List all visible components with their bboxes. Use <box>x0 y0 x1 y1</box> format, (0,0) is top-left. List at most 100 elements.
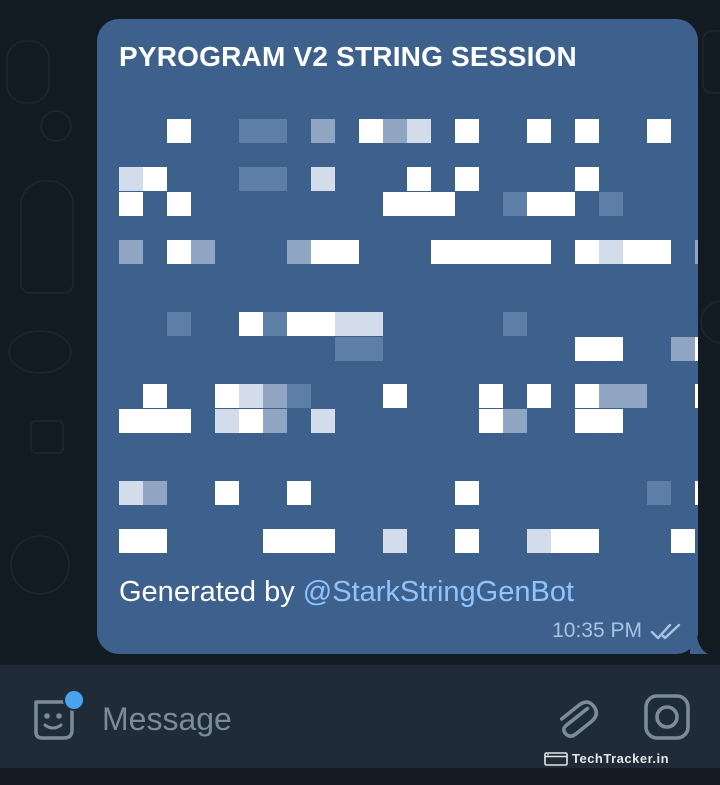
redaction-pixel <box>623 240 647 264</box>
redaction-pixel <box>503 192 527 216</box>
redaction-pixel <box>119 409 143 433</box>
redaction-pixel <box>503 409 527 433</box>
redaction-pixel <box>383 192 431 216</box>
redaction-pixel <box>527 119 551 143</box>
redaction-pixel <box>167 119 191 143</box>
redaction-pixel <box>119 481 143 505</box>
redaction-pixel <box>311 240 335 264</box>
redaction-pixel <box>167 312 191 336</box>
redaction-pixel <box>263 384 287 408</box>
redaction-pixel <box>479 384 503 408</box>
redaction-pixel <box>119 240 143 264</box>
redaction-pixel <box>167 240 191 264</box>
redaction-pixel <box>143 384 167 408</box>
redaction-pixel <box>215 481 239 505</box>
redaction-pixel <box>335 312 383 336</box>
paperclip-icon[interactable] <box>552 693 600 743</box>
redaction-pixel <box>287 312 311 336</box>
redaction-pixel <box>311 409 335 433</box>
redaction-pixel <box>311 312 335 336</box>
message-input[interactable] <box>100 695 534 743</box>
redaction-pixel <box>407 167 431 191</box>
watermark-text: TechTracker.in <box>572 751 670 766</box>
wallpaper-doodle <box>30 420 64 454</box>
redaction-pixel <box>647 240 671 264</box>
redaction-pixel <box>599 384 647 408</box>
redaction-pixel <box>431 192 455 216</box>
redaction-pixel <box>263 409 287 433</box>
redaction-pixel <box>695 337 698 361</box>
redaction-pixel <box>527 240 551 264</box>
redaction-pixel <box>287 384 311 408</box>
redaction-pixel <box>575 240 599 264</box>
redaction-pixel <box>431 240 455 264</box>
generated-by-label: Generated by <box>119 576 303 608</box>
wallpaper-doodle <box>20 180 74 294</box>
redaction-pixel <box>575 384 599 408</box>
wallpaper-doodle <box>40 110 72 142</box>
redaction-pixel <box>287 240 311 264</box>
generated-by-line: Generated by @StarkStringGenBot <box>119 576 574 609</box>
message-bubble[interactable]: PYROGRAM V2 STRING SESSION Generated by … <box>97 19 698 654</box>
redaction-pixel <box>551 529 575 553</box>
redaction-pixel <box>239 119 287 143</box>
redaction-pixel <box>143 167 167 191</box>
wallpaper-doodle <box>700 300 720 344</box>
redaction-pixel <box>575 337 623 361</box>
redaction-pixel <box>191 240 215 264</box>
redaction-pixel <box>671 337 695 361</box>
redaction-pixel <box>167 192 191 216</box>
redaction-pixel <box>695 384 698 408</box>
redaction-pixel <box>287 481 311 505</box>
bottom-strip <box>0 768 720 785</box>
redaction-pixel <box>455 119 479 143</box>
redaction-pixel <box>575 529 599 553</box>
redaction-pixel <box>383 119 407 143</box>
redaction-pixel <box>599 409 623 433</box>
message-meta: 10:35 PM <box>552 619 684 643</box>
redaction-pixel <box>119 529 167 553</box>
redaction-pixel <box>671 529 695 553</box>
redaction-pixel <box>455 529 479 553</box>
redaction-pixel <box>479 409 503 433</box>
redaction-pixel <box>527 192 575 216</box>
redaction-pixel <box>239 312 263 336</box>
wallpaper-doodle <box>8 330 72 374</box>
redaction-pixel <box>119 192 143 216</box>
wallpaper-doodle <box>6 40 50 104</box>
redaction-pixel <box>407 119 431 143</box>
redaction-pixel <box>383 384 407 408</box>
redaction-pixel <box>527 384 551 408</box>
redaction-pixel <box>239 384 263 408</box>
watermark: TechTracker.in <box>544 751 669 766</box>
redaction-pixel <box>335 240 359 264</box>
redaction-pixel <box>335 337 383 361</box>
redaction-pixel <box>599 192 623 216</box>
bubble-tail <box>690 626 708 654</box>
redaction-pixel <box>119 167 143 191</box>
wallpaper-doodle <box>10 535 70 595</box>
double-check-icon <box>650 623 681 640</box>
redacted-session-string <box>97 19 698 579</box>
redaction-pixel <box>455 167 479 191</box>
redaction-pixel <box>311 167 335 191</box>
redaction-pixel <box>503 312 527 336</box>
redaction-pixel <box>647 119 671 143</box>
redaction-pixel <box>263 167 287 191</box>
redaction-pixel <box>695 481 698 505</box>
bot-mention-link[interactable]: @StarkStringGenBot <box>303 576 574 608</box>
redaction-pixel <box>239 409 263 433</box>
redaction-pixel <box>287 529 311 553</box>
redaction-pixel <box>575 409 599 433</box>
browser-icon <box>544 751 568 766</box>
redaction-pixel <box>455 481 479 505</box>
redaction-pixel <box>143 481 167 505</box>
camera-icon[interactable] <box>642 692 692 742</box>
redaction-pixel <box>575 167 599 191</box>
redaction-pixel <box>647 481 671 505</box>
message-time: 10:35 PM <box>552 619 642 642</box>
redaction-pixel <box>311 119 335 143</box>
sticker-notify-dot <box>63 689 85 711</box>
redaction-pixel <box>143 409 191 433</box>
redaction-pixel <box>695 240 698 264</box>
